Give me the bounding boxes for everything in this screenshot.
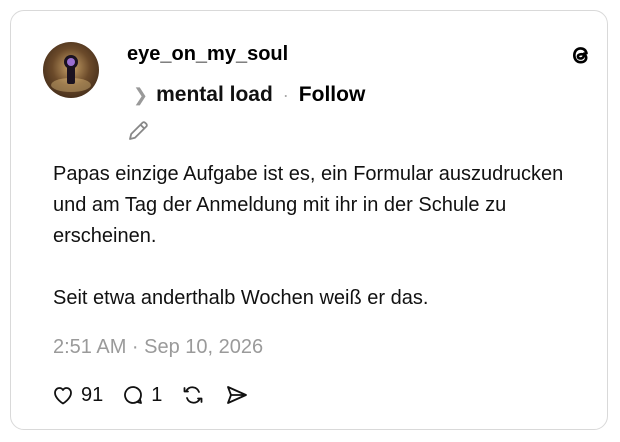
comment-icon (124, 386, 143, 404)
share-button[interactable] (224, 383, 250, 407)
heart-icon (54, 387, 72, 405)
post-timestamp[interactable]: 2:51 AM · Sep 10, 2026 (53, 336, 263, 359)
repost-button[interactable] (180, 383, 206, 407)
separator-dot: · (282, 84, 289, 105)
reply-count: 1 (151, 383, 163, 406)
pencil-icon[interactable] (125, 118, 151, 144)
threads-logo-icon[interactable] (567, 41, 595, 69)
username[interactable]: eye_on_my_soul (127, 43, 288, 66)
avatar-eye (67, 58, 75, 66)
post-paragraph: Seit etwa anderthalb Wochen weiß er das. (53, 287, 429, 309)
chevron-right-icon: ❯ (133, 84, 149, 105)
post-paragraph: Papas einzige Aufgabe ist es, ein Formul… (53, 163, 564, 247)
like-count: 91 (81, 383, 104, 406)
avatar-keyhole-slot (67, 64, 75, 84)
reply-button[interactable]: 1 (121, 383, 162, 407)
post-body: Papas einzige Aufgabe ist es, ein Formul… (53, 159, 593, 314)
topic-tag[interactable]: mental load (156, 83, 273, 107)
topic-row: ❯ mental load · Follow (133, 83, 365, 107)
avatar[interactable] (43, 42, 99, 98)
send-icon (227, 386, 248, 404)
post-card: eye_on_my_soul ❯ mental load · Follow Pa… (10, 10, 608, 430)
repost-icon (183, 386, 203, 404)
action-bar: 91 1 (51, 383, 268, 407)
like-button[interactable]: 91 (51, 383, 103, 407)
follow-button[interactable]: Follow (299, 83, 366, 107)
